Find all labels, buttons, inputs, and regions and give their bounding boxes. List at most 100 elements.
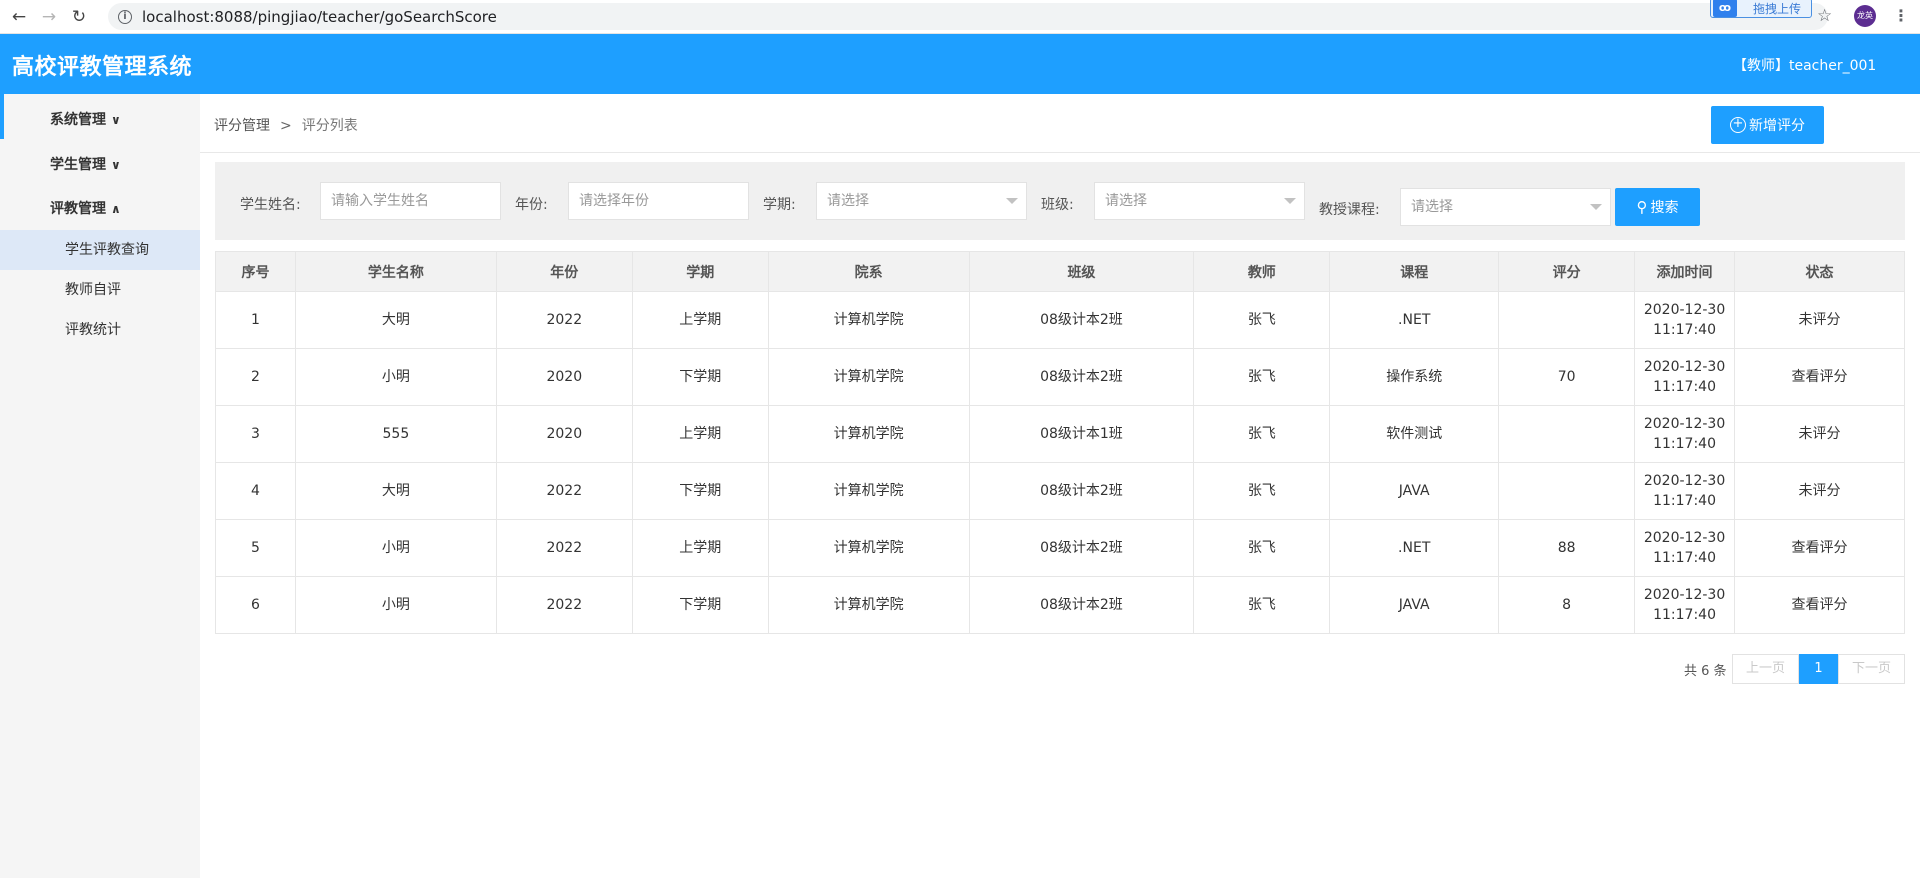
search-label: 搜索	[1650, 200, 1679, 216]
info-icon[interactable]: i	[118, 9, 132, 24]
cell-status[interactable]: 查看评分	[1734, 576, 1905, 634]
cell-status[interactable]: 未评分	[1734, 291, 1905, 349]
cell-no: 1	[215, 291, 296, 349]
cell-score	[1498, 462, 1636, 520]
header-divider	[200, 152, 1920, 153]
cell-no: 4	[215, 462, 296, 520]
address-bar[interactable]: i localhost:8088/pingjiao/teacher/goSear…	[108, 3, 1828, 30]
cell-course: JAVA	[1329, 576, 1500, 634]
cell-year: 2022	[495, 519, 633, 577]
extension-logo-icon: ꝏ	[1713, 0, 1737, 17]
course-select[interactable]: 请选择	[1400, 188, 1611, 226]
cell-class: 08级计本2班	[968, 348, 1195, 406]
sidebar-active-indicator	[0, 94, 4, 139]
column-header: 学生名称	[294, 251, 497, 292]
class-select-value: 请选择	[1105, 193, 1147, 209]
sidebar-group-student[interactable]: 学生管理 ∨	[50, 154, 121, 174]
caret-down-icon	[1284, 198, 1296, 204]
cell-added-time: 2020-12-30 11:17:40	[1634, 519, 1736, 577]
cell-department: 计算机学院	[767, 519, 970, 577]
year-input[interactable]: 请选择年份	[568, 182, 749, 220]
sidebar-item-student-evaluation-query[interactable]: 学生评教查询	[0, 230, 200, 270]
cell-class: 08级计本1班	[968, 405, 1195, 463]
cell-class: 08级计本2班	[968, 576, 1195, 634]
cell-score: 70	[1498, 348, 1636, 406]
column-header: 教师	[1193, 251, 1331, 292]
cell-status[interactable]: 未评分	[1734, 405, 1905, 463]
plus-circle-icon: +	[1730, 117, 1746, 133]
url-text[interactable]: localhost:8088/pingjiao/teacher/goSearch…	[142, 8, 497, 26]
app-title: 高校评教管理系统	[12, 55, 193, 80]
cell-student-name: 大明	[294, 291, 497, 349]
sidebar-group-label: 学生管理	[50, 157, 106, 173]
sidebar-group-evaluation[interactable]: 评教管理 ∧	[50, 198, 121, 218]
cell-course: .NET	[1329, 519, 1500, 577]
student-name-input[interactable]: 请输入学生姓名	[320, 182, 501, 220]
cell-score: 8	[1498, 576, 1636, 634]
back-icon[interactable]: ←	[8, 6, 30, 28]
search-button[interactable]: ⚲ 搜索	[1615, 188, 1700, 226]
cell-course: .NET	[1329, 291, 1500, 349]
table-header-row: 序号 学生名称 年份 学期 院系 班级 教师 课程 评分 添加时间 状态	[215, 251, 1905, 292]
cell-time: 11:17:40	[1653, 493, 1716, 509]
column-header: 添加时间	[1634, 251, 1736, 292]
cell-course: JAVA	[1329, 462, 1500, 520]
breadcrumb-parent[interactable]: 评分管理	[214, 118, 270, 134]
current-page-button[interactable]: 1	[1799, 654, 1838, 684]
cell-status[interactable]: 查看评分	[1734, 348, 1905, 406]
cell-date: 2020-12-30	[1643, 473, 1726, 489]
table-row: 2 小明 2020 下学期 计算机学院 08级计本2班 张飞 操作系统 70 2…	[215, 348, 1905, 406]
cell-term: 上学期	[631, 519, 769, 577]
cell-year: 2022	[495, 291, 633, 349]
reload-icon[interactable]: ↻	[68, 6, 90, 28]
cell-student-name: 大明	[294, 462, 497, 520]
class-label: 班级:	[1041, 197, 1074, 213]
add-score-label: 新增评分	[1749, 118, 1805, 134]
cell-student-name: 小明	[294, 576, 497, 634]
year-label: 年份:	[515, 197, 548, 213]
cell-score	[1498, 291, 1636, 349]
term-select-value: 请选择	[827, 193, 869, 209]
pagination-total: 共 6 条	[1684, 664, 1727, 679]
sidebar-item-teacher-self-evaluation[interactable]: 教师自评	[0, 270, 200, 310]
upload-extension-button[interactable]: ꝏ 拖拽上传	[1710, 0, 1812, 18]
cell-student-name: 小明	[294, 348, 497, 406]
add-score-button[interactable]: + 新增评分	[1711, 106, 1824, 144]
table-row: 1 大明 2022 上学期 计算机学院 08级计本2班 张飞 .NET 2020…	[215, 291, 1905, 349]
class-select[interactable]: 请选择	[1094, 182, 1305, 220]
cell-status[interactable]: 未评分	[1734, 462, 1905, 520]
profile-avatar[interactable]: 龙英	[1854, 5, 1876, 27]
cell-time: 11:17:40	[1653, 379, 1716, 395]
cell-department: 计算机学院	[767, 576, 970, 634]
sidebar-item-evaluation-statistics[interactable]: 评教统计	[0, 310, 200, 350]
prev-page-button[interactable]: 上一页	[1732, 654, 1799, 684]
cell-student-name: 小明	[294, 519, 497, 577]
caret-down-icon	[1590, 204, 1602, 210]
column-header: 年份	[495, 251, 633, 292]
extension-label: 拖拽上传	[1753, 1, 1802, 16]
cell-date: 2020-12-30	[1643, 587, 1726, 603]
table-row: 3 555 2020 上学期 计算机学院 08级计本1班 张飞 软件测试 202…	[215, 405, 1905, 463]
sidebar-group-system[interactable]: 系统管理 ∨	[50, 109, 121, 129]
cell-year: 2020	[495, 405, 633, 463]
sidebar: 系统管理 ∨ 学生管理 ∨ 评教管理 ∧ 学生评教查询 教师自评 评教统计	[0, 94, 200, 878]
chevron-up-icon: ∧	[111, 202, 121, 216]
cell-time: 11:17:40	[1653, 607, 1716, 623]
cell-added-time: 2020-12-30 11:17:40	[1634, 405, 1736, 463]
next-page-button[interactable]: 下一页	[1838, 654, 1905, 684]
chevron-down-icon: ∨	[111, 113, 121, 127]
term-select[interactable]: 请选择	[816, 182, 1027, 220]
cell-course: 软件测试	[1329, 405, 1500, 463]
course-select-value: 请选择	[1411, 199, 1453, 215]
sidebar-group-label: 评教管理	[50, 201, 106, 217]
score-table: 序号 学生名称 年份 学期 院系 班级 教师 课程 评分 添加时间 状态 1 大…	[215, 251, 1905, 634]
forward-icon[interactable]: →	[38, 6, 60, 28]
cell-year: 2022	[495, 462, 633, 520]
browser-menu-icon[interactable]: ⋮	[1893, 6, 1909, 25]
cell-status[interactable]: 查看评分	[1734, 519, 1905, 577]
current-user[interactable]: 【教师】teacher_001	[1733, 55, 1876, 75]
bookmark-star-icon[interactable]: ☆	[1817, 6, 1832, 26]
breadcrumb: 评分管理 > 评分列表	[214, 115, 358, 135]
cell-teacher: 张飞	[1193, 348, 1331, 406]
breadcrumb-current: 评分列表	[301, 118, 358, 134]
